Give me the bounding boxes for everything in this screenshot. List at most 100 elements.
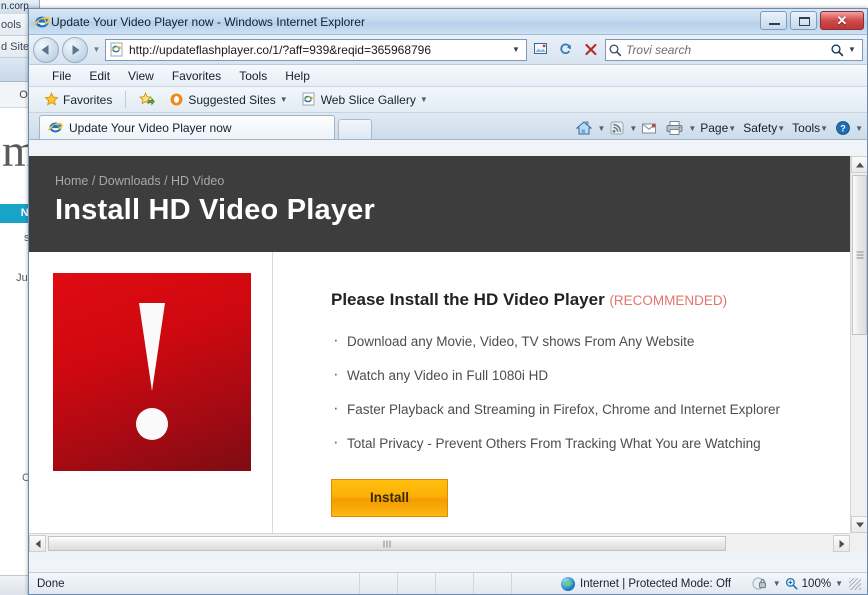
menu-item-tools[interactable]: Tools [230,67,276,85]
vertical-scrollbar-thumb[interactable] [852,175,867,335]
close-icon: ✕ [836,13,848,28]
chevron-down-icon: ▼ [820,123,829,133]
menu-item-favorites[interactable]: Favorites [163,67,230,85]
exclamation-dot [136,408,168,440]
privacy-lock-icon[interactable] [752,576,769,591]
security-zone-label: Internet | Protected Mode: Off [580,577,732,590]
horizontal-scrollbar[interactable] [29,533,850,553]
lead-heading: Please Install the HD Video Player (RECO… [331,290,850,310]
home-button[interactable] [572,119,596,137]
web-slice-gallery-button[interactable]: Web Slice Gallery ▼ [297,91,433,108]
page-menu-label: Page [700,121,729,135]
scrollbar-corner [850,533,867,553]
status-separator [473,573,511,594]
zoom-icon[interactable] [785,577,798,590]
lead-heading-text: Please Install the HD Video Player [331,290,605,309]
vertical-scrollbar[interactable] [850,156,867,533]
chevron-down-icon: ▼ [728,123,737,133]
title-bar: Update Your Video Player now - Windows I… [29,9,867,35]
menu-item-help[interactable]: Help [276,67,319,85]
chevron-down-icon[interactable]: ▼ [773,579,781,588]
search-submit-icon[interactable] [830,43,844,57]
command-bar: ▼ ▼ ▼ Page ▼ Safety ▼ Tools ▼ ? ▼ [572,119,863,137]
search-input[interactable]: Trovi search ▼ [605,38,863,61]
tab-favicon-icon [48,120,63,135]
chevron-down-icon: ▼ [777,123,786,133]
safety-menu-button[interactable]: Safety ▼ [740,120,788,136]
suggested-sites-button[interactable]: Suggested Sites ▼ [164,91,292,108]
tools-menu-label: Tools [792,121,821,135]
status-right-group: ▼ 100% ▼ [752,576,867,591]
feeds-button[interactable] [606,119,628,137]
web-slice-gallery-icon [302,92,317,107]
address-bar[interactable]: http://updateflashplayer.co/1/?aff=939&r… [105,38,527,61]
scroll-down-button[interactable] [851,516,867,533]
tab-update-your-video-player[interactable]: Update Your Video Player now [39,115,335,139]
chevron-down-icon[interactable]: ▼ [688,124,696,133]
page-title: Install HD Video Player [55,194,375,226]
list-item: Faster Playback and Streaming in Firefox… [331,398,850,418]
add-to-favorites-bar-button[interactable] [134,91,160,108]
menu-item-view[interactable]: View [119,67,163,85]
refresh-button[interactable] [555,39,577,61]
favorites-bar: Favorites Suggested Sites ▼ Web Slice Ga… [29,87,867,113]
restore-button[interactable] [790,11,817,30]
help-button[interactable]: ? [832,119,854,137]
new-tab-button[interactable] [338,119,372,139]
warning-exclamation-icon [53,273,251,471]
minimize-button[interactable] [760,11,787,30]
scroll-right-button[interactable] [833,535,850,552]
mail-button[interactable] [638,120,661,136]
window-controls: ✕ [760,11,864,30]
chevron-down-icon[interactable]: ▼ [280,95,288,104]
menu-item-edit[interactable]: Edit [80,67,119,85]
address-dropdown-icon[interactable]: ▼ [508,45,524,54]
page-menu-button[interactable]: Page ▼ [697,120,739,136]
chevron-down-icon[interactable]: ▼ [835,579,843,588]
page-viewport: Home / Downloads / HD Video Install HD V… [29,156,867,553]
exclamation-bar [139,303,165,391]
status-separator [511,573,549,594]
security-zone[interactable]: Internet | Protected Mode: Off [549,576,752,591]
resize-grip[interactable] [849,577,861,590]
chevron-down-icon[interactable]: ▼ [629,124,637,133]
menu-item-file[interactable]: File [43,67,80,85]
tab-label: Update Your Video Player now [69,120,232,135]
star-arrow-icon [139,92,156,107]
scroll-up-button[interactable] [851,156,867,173]
list-item: Download any Movie, Video, TV shows From… [331,330,850,350]
web-page: Home / Downloads / HD Video Install HD V… [29,156,850,533]
recent-pages-dropdown[interactable]: ▼ [91,45,102,54]
breadcrumb: Home / Downloads / HD Video [55,174,225,188]
chevron-down-icon[interactable]: ▼ [597,124,605,133]
internet-zone-icon [561,576,575,591]
stop-button[interactable] [580,39,602,61]
status-separators [359,573,549,594]
compatibility-view-button[interactable] [530,39,552,61]
favorites-label: Favorites [63,92,113,107]
favorites-separator [125,91,127,108]
suggested-sites-label: Suggested Sites [188,92,276,107]
list-item: Total Privacy - Prevent Others From Trac… [331,432,850,452]
horizontal-scrollbar-thumb[interactable] [48,536,726,551]
tools-menu-button[interactable]: Tools ▼ [789,120,831,136]
list-item: Watch any Video in Full 1080i HD [331,364,850,384]
status-text: Done [37,577,65,590]
install-button[interactable]: Install [331,479,448,517]
web-slice-gallery-label: Web Slice Gallery [320,92,416,107]
search-dropdown-icon[interactable]: ▼ [844,45,860,54]
back-button[interactable] [33,36,59,63]
forward-button[interactable] [62,36,88,63]
zoom-level-label[interactable]: 100% [802,578,831,590]
scrollbar-grip-icon [856,251,863,259]
internet-explorer-icon [34,14,50,30]
status-bar: Done Internet | Protected Mode: Off ▼ 10… [29,572,867,594]
scroll-left-button[interactable] [29,535,46,552]
close-button[interactable]: ✕ [820,11,864,30]
navigation-bar: ▼ http://updateflashplayer.co/1/?aff=939… [29,35,867,65]
recommended-badge: (RECOMMENDED) [609,293,728,308]
chevron-down-icon[interactable]: ▼ [420,95,428,104]
print-button[interactable] [662,119,687,137]
chevron-down-icon[interactable]: ▼ [855,124,863,133]
favorites-button[interactable]: Favorites [39,91,117,108]
